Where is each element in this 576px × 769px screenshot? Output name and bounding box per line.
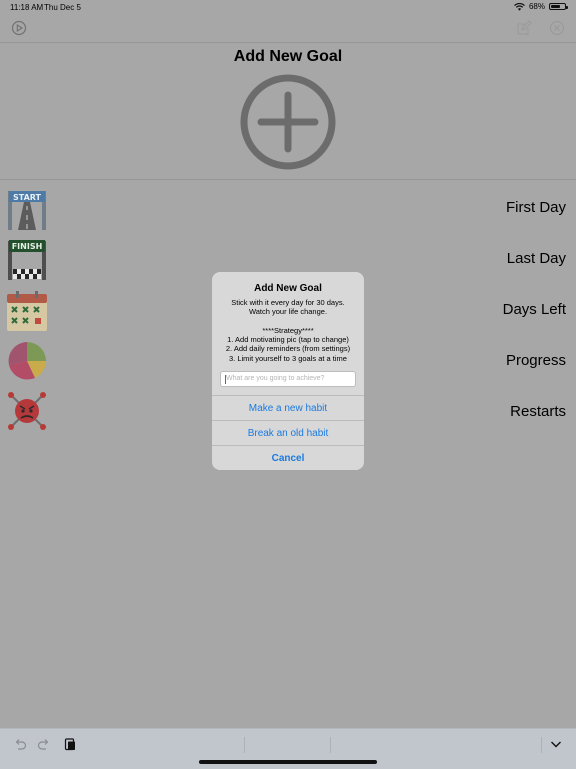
cancel-button[interactable]: Cancel	[212, 445, 364, 470]
goal-input[interactable]: What are you going to achieve?	[220, 371, 356, 387]
undo-icon[interactable]	[13, 737, 27, 751]
toolbar-separator	[541, 737, 542, 753]
chevron-down-icon[interactable]	[549, 737, 563, 751]
pie-chart-icon	[8, 342, 46, 380]
angry-bomb-icon	[8, 392, 46, 430]
finish-banner-text: FINISH	[12, 242, 43, 251]
alert-message: Stick with it every day for 30 days. Wat…	[220, 298, 356, 363]
battery-icon	[549, 3, 568, 10]
redo-icon[interactable]	[37, 737, 51, 751]
finish-banner-icon: FINISH	[8, 240, 46, 280]
row-label-progress: Progress	[505, 352, 566, 369]
section-divider	[0, 179, 576, 180]
wifi-icon	[514, 2, 525, 11]
alert-message-line: Watch your life change.	[248, 307, 328, 317]
break-old-habit-button[interactable]: Break an old habit	[212, 420, 364, 445]
page-title: Add New Goal	[233, 48, 343, 65]
alert-message-line: ****Strategy****	[262, 325, 314, 335]
toolbar-separator	[244, 737, 245, 753]
start-banner-text: START	[13, 193, 42, 202]
status-bar: 11:18 AM Thu Dec 5 68%	[0, 0, 576, 14]
alert-message-line: 3. Limit yourself to 3 goals at a time	[229, 353, 347, 363]
toolbar-separator	[330, 737, 331, 753]
battery-percent: 68%	[528, 2, 545, 11]
paste-icon[interactable]	[63, 737, 77, 751]
row-label-last-day: Last Day	[506, 250, 566, 267]
status-right: 68%	[514, 2, 568, 11]
play-circle-icon[interactable]	[11, 20, 27, 36]
status-date: Thu Dec 5	[44, 3, 81, 12]
alert-message-line: 1. Add motivating pic (tap to change)	[227, 335, 349, 345]
status-time: 11:18 AM	[10, 3, 44, 12]
goal-input-placeholder: What are you going to achieve?	[226, 375, 325, 382]
close-circle-icon[interactable]	[549, 20, 565, 36]
text-caret	[225, 375, 226, 384]
navigation-bar	[0, 14, 576, 43]
make-new-habit-button[interactable]: Make a new habit	[212, 395, 364, 420]
start-banner-icon: START	[8, 191, 46, 230]
row-label-first-day: First Day	[506, 199, 566, 216]
row-label-restarts: Restarts	[510, 403, 566, 420]
compose-icon[interactable]	[516, 20, 532, 36]
add-goal-alert: Add New Goal Stick with it every day for…	[212, 272, 364, 470]
add-goal-plus-icon[interactable]	[239, 73, 337, 171]
home-indicator	[199, 760, 377, 764]
alert-message-line	[220, 317, 356, 326]
alert-title: Add New Goal	[254, 283, 322, 294]
battery-fill	[551, 5, 560, 8]
calendar-icon	[7, 291, 47, 331]
row-label-days-left: Days Left	[502, 301, 566, 318]
alert-message-line: 2. Add daily reminders (from settings)	[225, 344, 351, 354]
alert-message-line: Stick with it every day for 30 days.	[231, 298, 345, 307]
